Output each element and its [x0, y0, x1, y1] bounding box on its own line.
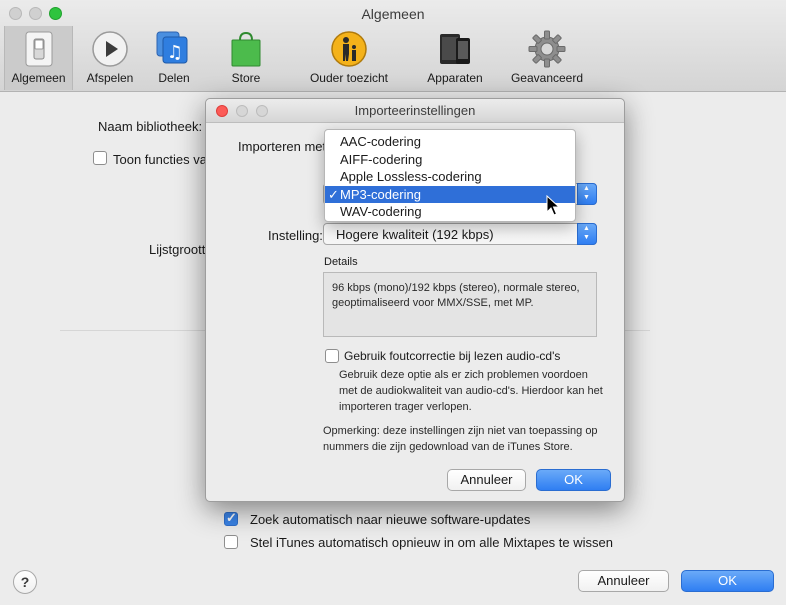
menu-item-aac[interactable]: AAC-codering: [325, 133, 575, 151]
help-button[interactable]: ?: [13, 570, 37, 594]
svg-text:♫: ♫: [167, 42, 183, 63]
gear-icon: [528, 30, 566, 68]
show-functions-checkbox[interactable]: [93, 151, 107, 165]
mixtapes-checkbox[interactable]: [224, 535, 238, 549]
menu-item-label: WAV-codering: [340, 204, 422, 219]
menu-item-label: MP3-codering: [340, 186, 421, 202]
menu-item-label: AAC-codering: [340, 134, 421, 149]
menu-item-wav[interactable]: WAV-codering: [325, 203, 575, 221]
menu-item-mp3[interactable]: ✓ MP3-codering: [325, 185, 575, 203]
tab-label: Geavanceerd: [510, 71, 584, 85]
details-box: 96 kbps (mono)/192 kbps (stereo), normal…: [323, 272, 597, 337]
settings-note: Opmerking: deze instellingen zijn niet v…: [323, 425, 598, 453]
tab-label: Algemeen: [11, 71, 66, 85]
cancel-button[interactable]: Annuleer: [578, 570, 669, 592]
checkmark-icon: ✓: [328, 186, 339, 202]
tab-label: Apparaten: [427, 71, 483, 85]
devices-icon: [440, 34, 470, 64]
shopping-bag-icon: [231, 31, 261, 67]
tab-store[interactable]: Store: [216, 26, 276, 90]
library-name-label: Naam bibliotheek:: [98, 119, 203, 134]
details-label: Details: [324, 256, 358, 268]
window-title: Algemeen: [361, 6, 425, 22]
tab-label: Delen: [158, 71, 190, 85]
error-correction-label: Gebruik foutcorrectie bij lezen audio-cd…: [344, 349, 561, 363]
tab-apparaten[interactable]: Apparaten: [420, 26, 490, 90]
parental-icon: [331, 31, 367, 67]
menu-item-aiff[interactable]: AIFF-codering: [325, 151, 575, 169]
dialog-title: Importeerinstellingen: [354, 103, 476, 118]
setting-label: Instelling:: [268, 228, 323, 243]
error-correction-checkbox[interactable]: [325, 349, 339, 363]
dialog-ok-button[interactable]: OK: [536, 469, 611, 491]
switch-icon: [25, 31, 52, 67]
tab-afspelen[interactable]: Afspelen: [80, 26, 140, 90]
popup-arrows-icon: [577, 183, 597, 205]
mixtapes-label: Stel iTunes automatisch opnieuw in om al…: [250, 535, 613, 550]
tab-delen[interactable]: ♫ Delen: [146, 26, 202, 90]
menu-item-label: AIFF-codering: [340, 151, 423, 167]
tab-label: Store: [231, 71, 261, 85]
tab-label: Afspelen: [86, 71, 134, 85]
tab-label: Ouder toezicht: [309, 71, 389, 85]
tab-geavanceerd[interactable]: Geavanceerd: [506, 26, 588, 90]
updates-label: Zoek automatisch naar nieuwe software-up…: [250, 512, 531, 527]
music-share-icon: ♫: [156, 31, 188, 64]
menu-item-apple-lossless[interactable]: Apple Lossless-codering: [325, 168, 575, 186]
show-functions-label: Toon functies van: [113, 152, 215, 167]
encoder-menu: AAC-codering AIFF-codering Apple Lossles…: [324, 129, 576, 222]
list-size-label: Lijstgrootte: [149, 242, 213, 257]
menu-item-label: Apple Lossless-codering: [340, 169, 482, 184]
ok-button[interactable]: OK: [681, 570, 774, 592]
updates-checkbox[interactable]: [224, 510, 238, 526]
error-correction-help: Gebruik deze optie als er zich problemen…: [339, 369, 603, 413]
import-with-label: Importeren met:: [238, 139, 330, 154]
dialog-titlebar: Importeerinstellingen: [206, 99, 624, 123]
tab-algemeen[interactable]: Algemeen: [4, 26, 73, 90]
setting-value: Hogere kwaliteit (192 kbps): [336, 227, 494, 242]
tab-ouder-toezicht[interactable]: Ouder toezicht: [305, 26, 393, 90]
dialog-cancel-button[interactable]: Annuleer: [447, 469, 526, 491]
mouse-cursor-icon: [546, 195, 560, 216]
toolbar: Algemeen Algemeen Afspelen ♫ Delen Store…: [0, 0, 786, 92]
popup-arrows-icon: [577, 223, 597, 245]
play-icon: [92, 31, 128, 67]
setting-popup[interactable]: Hogere kwaliteit (192 kbps): [323, 223, 597, 245]
